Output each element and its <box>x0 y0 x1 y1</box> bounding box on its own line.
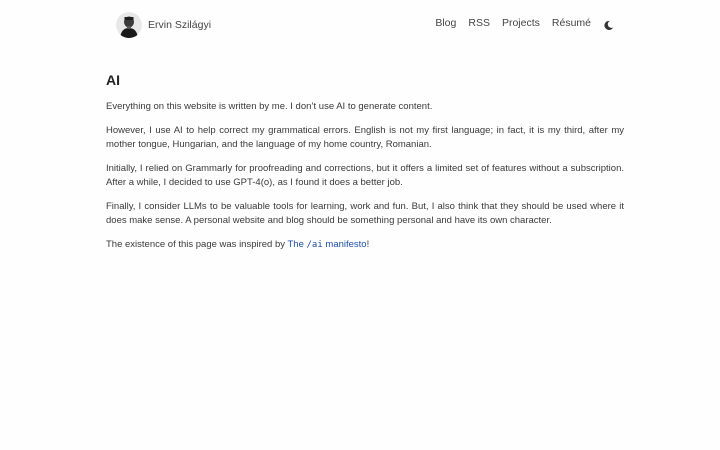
nav-projects[interactable]: Projects <box>502 17 540 29</box>
link-text-post: manifesto <box>322 238 367 250</box>
paragraph-1: Everything on this website is written by… <box>106 101 433 112</box>
paragraph-4: Finally, I consider LLMs to be valuable … <box>106 200 624 227</box>
ai-manifesto-link[interactable]: The /ai manifesto <box>287 239 366 250</box>
paragraph-2: However, I use AI to help correct my gra… <box>106 124 624 151</box>
site-name: Ervin Szilágyi <box>148 19 212 31</box>
link-text-pre: The <box>287 238 307 250</box>
page: Ervin Szilágyi Blog RSS Projects Résumé … <box>0 0 720 450</box>
nav-rss[interactable]: RSS <box>468 17 490 29</box>
nav-resume[interactable]: Résumé <box>552 17 591 29</box>
home-link[interactable]: Ervin Szilágyi <box>116 12 211 38</box>
main-content: AI Everything on this website is written… <box>106 72 624 261</box>
paragraph-3: Initially, I relied on Grammarly for pro… <box>106 162 624 189</box>
link-code: /ai <box>306 239 323 250</box>
inspired-suffix: ! <box>366 238 370 250</box>
page-title: AI <box>106 72 120 88</box>
inspired-paragraph: The existence of this page was inspired … <box>106 238 624 253</box>
site-header: Ervin Szilágyi Blog RSS Projects Résumé <box>106 12 624 40</box>
main-nav: Blog RSS Projects Résumé <box>423 17 614 30</box>
moon-icon[interactable] <box>603 18 614 30</box>
inspired-prefix: The existence of this page was inspired … <box>106 238 288 250</box>
nav-blog[interactable]: Blog <box>435 17 456 29</box>
avatar <box>116 12 142 38</box>
